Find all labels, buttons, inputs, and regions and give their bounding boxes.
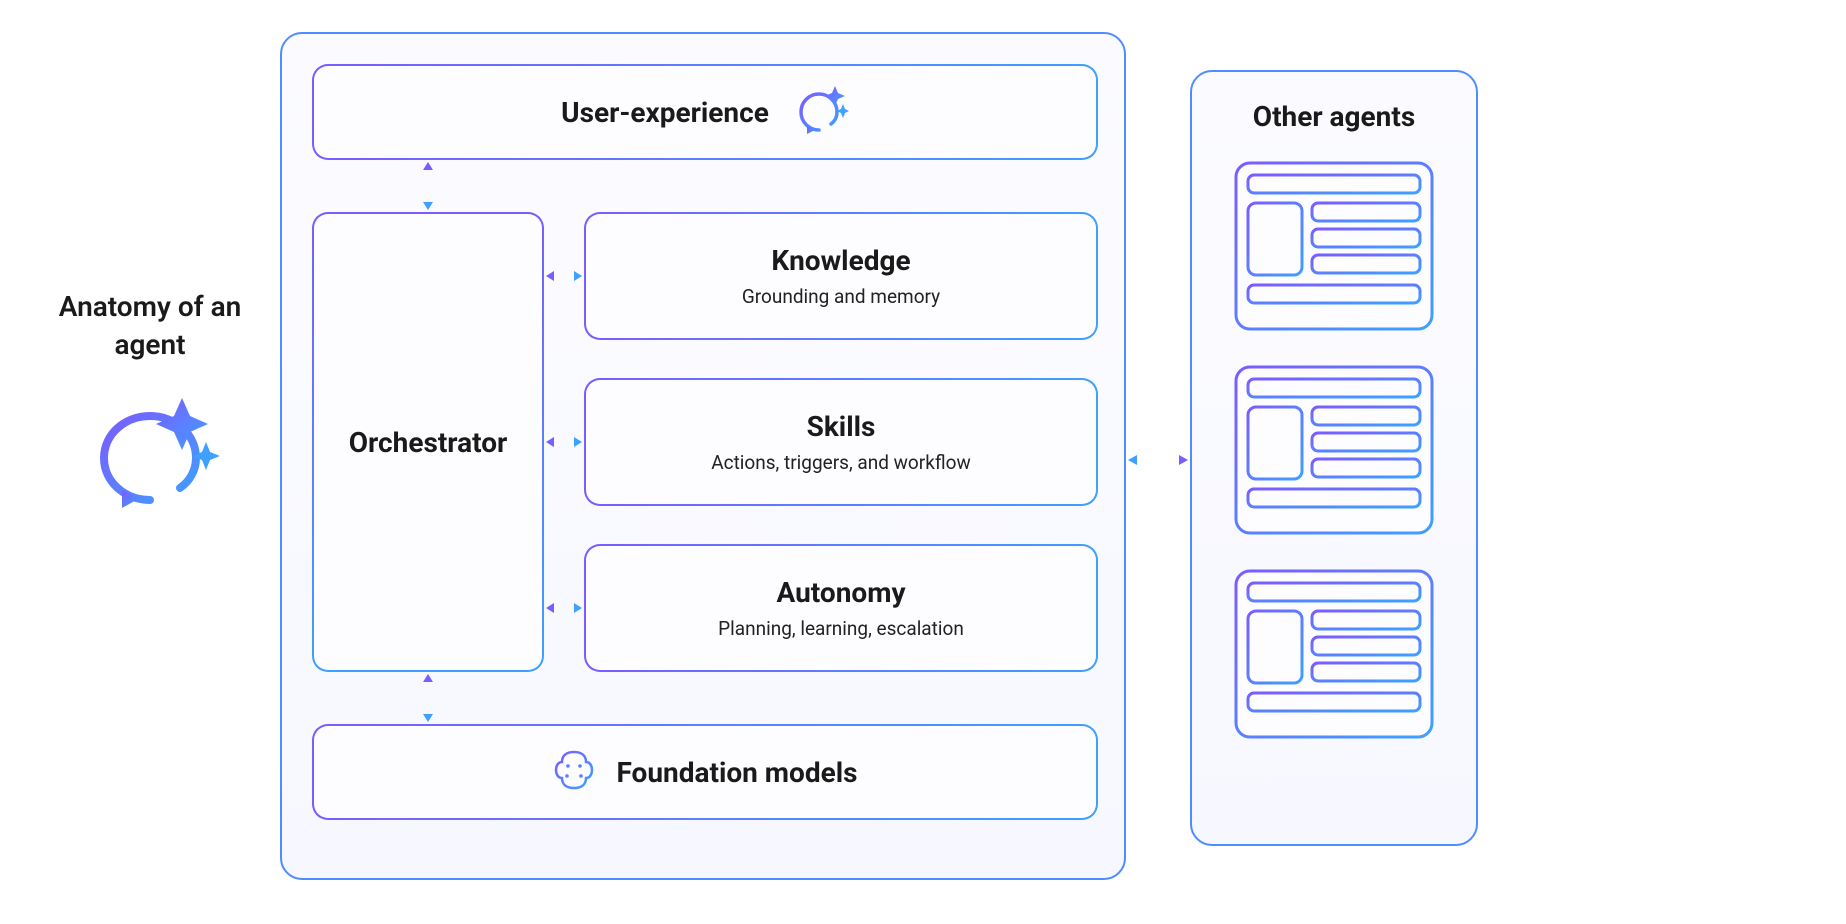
brain-icon: [552, 748, 596, 796]
arrow-orch-autonomy: [546, 598, 582, 618]
other-agents-label: Other agents: [1253, 100, 1415, 133]
arrow-orch-skills: [546, 432, 582, 452]
arrow-agent-other-agents: [1128, 450, 1188, 470]
orchestrator-label: Orchestrator: [349, 426, 508, 459]
agent-thumbnail-icon: [1234, 569, 1434, 743]
foundation-models-label: Foundation models: [616, 756, 857, 789]
diagram-title-block: Anatomy of an agent: [40, 288, 260, 522]
diagram-title: Anatomy of an agent: [40, 288, 260, 364]
orchestrator-box: Orchestrator: [312, 212, 544, 672]
agent-thumbnail-icon: [1234, 161, 1434, 335]
autonomy-label: Autonomy: [776, 576, 905, 609]
other-agents-panel: Other agents: [1190, 70, 1478, 846]
agent-thumbnail-icon: [1234, 365, 1434, 539]
user-experience-label: User-experience: [561, 96, 769, 129]
chat-sparkle-icon: [40, 388, 260, 522]
agent-container: User-experience Orchestrator Knowledge G…: [280, 32, 1126, 880]
knowledge-label: Knowledge: [771, 244, 910, 277]
arrow-ux-orchestrator: [418, 162, 438, 210]
skills-box: Skills Actions, triggers, and workflow: [584, 378, 1098, 506]
skills-subtitle: Actions, triggers, and workflow: [711, 451, 971, 474]
knowledge-box: Knowledge Grounding and memory: [584, 212, 1098, 340]
foundation-models-box: Foundation models: [312, 724, 1098, 820]
knowledge-subtitle: Grounding and memory: [742, 285, 940, 308]
autonomy-box: Autonomy Planning, learning, escalation: [584, 544, 1098, 672]
autonomy-subtitle: Planning, learning, escalation: [718, 617, 964, 640]
arrow-orch-knowledge: [546, 266, 582, 286]
skills-label: Skills: [807, 410, 876, 443]
arrow-orchestrator-foundation: [418, 674, 438, 722]
user-experience-box: User-experience: [312, 64, 1098, 160]
chat-sparkle-small-icon: [793, 84, 849, 140]
